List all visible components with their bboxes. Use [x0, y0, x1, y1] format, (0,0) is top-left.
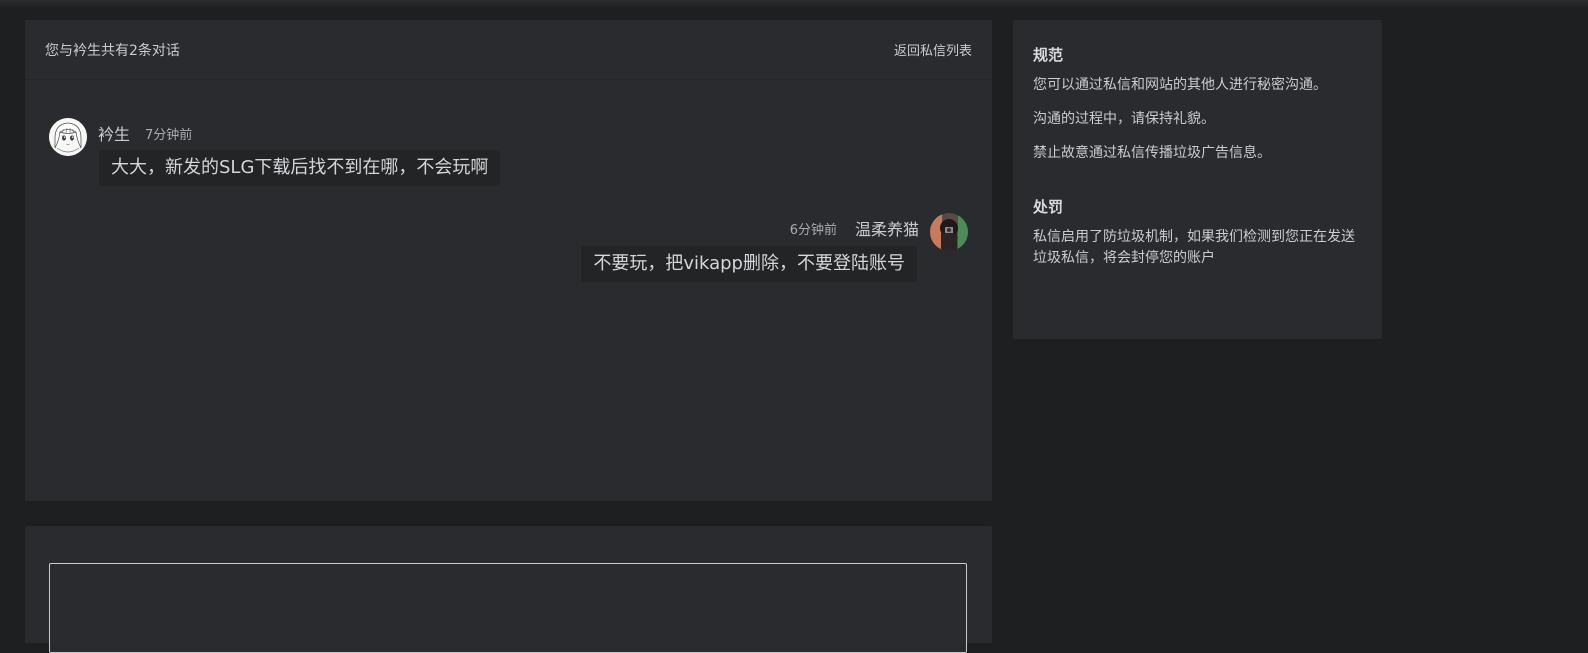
conversation-title: 您与衿生共有2条对话 [45, 42, 180, 59]
reply-panel [25, 526, 992, 653]
rule-text: 您可以通过私信和网站的其他人进行秘密沟通。 [1033, 77, 1327, 93]
sender-name[interactable]: 温柔养猫 [855, 216, 919, 240]
message-time: 7分钟前 [145, 128, 193, 143]
anime-girl-avatar-icon [49, 118, 87, 156]
message-item: 6分钟前 温柔养猫 不要玩，把vikapp删除，不要登陆账号 [25, 20, 992, 501]
top-bar [0, 0, 1588, 8]
conversation-panel: 您与衿生共有2条对话 返回私信列表 衿生 7分钟前 大大，新发的SLG下载后找不… [25, 20, 992, 501]
back-to-inbox-link[interactable]: 返回私信列表 [894, 40, 972, 59]
sender-name[interactable]: 衿生 [98, 121, 130, 145]
rule-text: 沟通的过程中，请保持礼貌。 [1033, 111, 1215, 127]
message-bubble: 不要玩，把vikapp删除，不要登陆账号 [581, 246, 917, 282]
message-item: 衿生 7分钟前 大大，新发的SLG下载后找不到在哪，不会玩啊 [25, 20, 992, 501]
penalty-title: 处罚 [1033, 198, 1064, 216]
penalty-text: 私信启用了防垃圾机制，如果我们检测到您正在发送垃圾私信，将会封停您的账户 [1033, 229, 1355, 266]
avatar-right[interactable] [930, 213, 968, 251]
rule-text: 禁止故意通过私信传播垃圾广告信息。 [1033, 145, 1271, 161]
conversation-header: 您与衿生共有2条对话 返回私信列表 [25, 20, 992, 80]
user-photo-avatar-icon [930, 213, 968, 251]
rules-title: 规范 [1033, 46, 1064, 64]
avatar-left[interactable] [49, 118, 87, 156]
message-time: 6分钟前 [789, 223, 837, 238]
reply-textarea[interactable] [49, 563, 967, 653]
message-bubble: 大大，新发的SLG下载后找不到在哪，不会玩啊 [99, 150, 501, 186]
rules-sidebar: 规范 您可以通过私信和网站的其他人进行秘密沟通。 沟通的过程中，请保持礼貌。 禁… [1013, 20, 1382, 339]
